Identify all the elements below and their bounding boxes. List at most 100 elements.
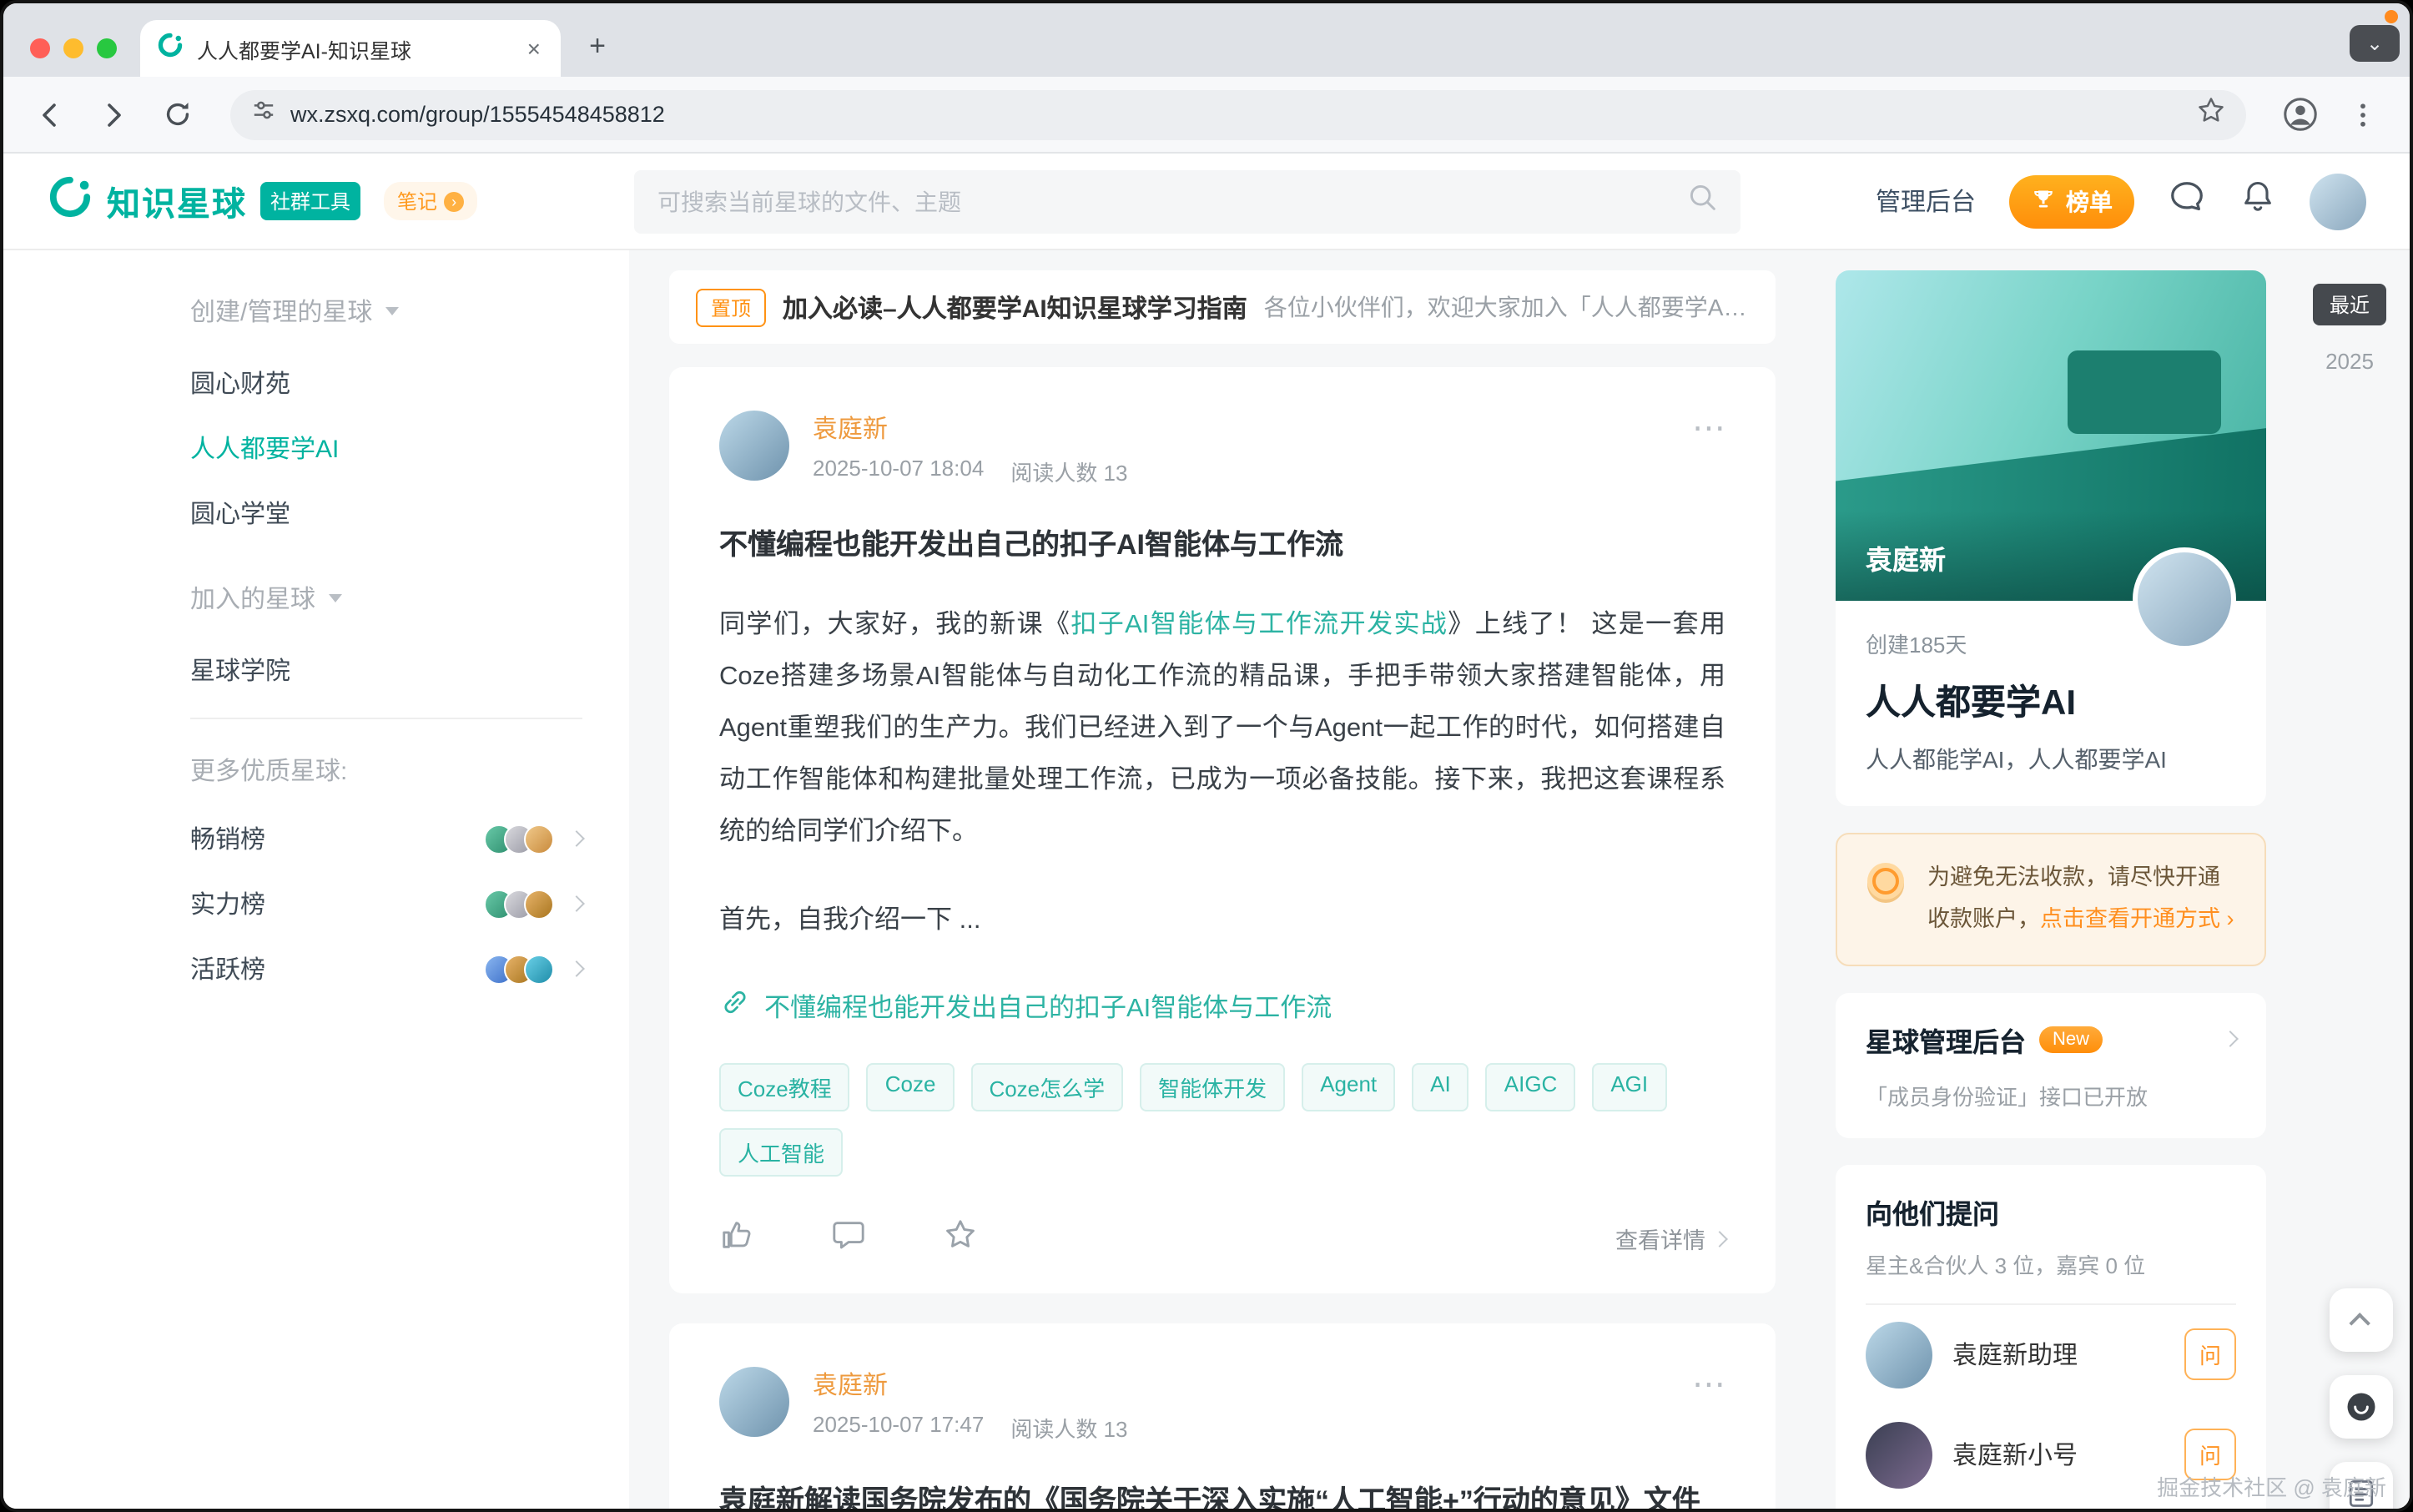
note-badge-icon: › [444, 191, 464, 211]
sidebar-item-planet-academy[interactable]: 星球学院 [190, 653, 582, 688]
post-card: 袁庭新 2025-10-07 18:04 阅读人数 13 ⋯ 不懂编程也能开发出… [669, 367, 1776, 1293]
rank-button[interactable]: 榜单 [2009, 174, 2134, 228]
search-input[interactable] [657, 188, 1687, 214]
timeline-scrubber[interactable]: 最近 2025 [2313, 284, 2386, 374]
pinned-post[interactable]: 置顶 加入必读–人人都要学AI知识星球学习指南 各位小伙伴们，欢迎大家加入「人人… [669, 270, 1776, 344]
tag-chip[interactable]: Coze [867, 1063, 955, 1111]
inline-course-link[interactable]: 扣子AI智能体与工作流开发实战 [1070, 611, 1448, 639]
pinned-title: 加入必读–人人都要学AI知识星球学习指南 [783, 290, 1247, 325]
more-planets-title: 更多优质星球: [190, 753, 582, 788]
section-joined-planets[interactable]: 加入的星球 [190, 581, 582, 616]
section-label: 创建/管理的星球 [190, 294, 372, 329]
post-more-icon[interactable]: ⋯ [1692, 1363, 1729, 1405]
bookmark-star-icon[interactable] [2196, 95, 2226, 134]
timeline-recent-badge[interactable]: 最近 [2313, 284, 2386, 325]
tab-favicon [157, 31, 184, 66]
rank-button-label: 榜单 [2066, 184, 2113, 218]
chevron-right-icon [568, 960, 585, 977]
section-label: 加入的星球 [190, 581, 315, 616]
scroll-top-button[interactable] [2330, 1288, 2393, 1352]
sidebar-item-renren-ai[interactable]: 人人都要学AI [190, 431, 582, 466]
view-detail-link[interactable]: 查看详情 [1615, 1222, 1725, 1255]
post-time: 2025-10-07 18:04 [813, 456, 984, 487]
sidebar-item-yuanxin-caiyuan[interactable]: 圆心财苑 [190, 365, 582, 401]
tag-chip[interactable]: Coze教程 [719, 1063, 850, 1111]
assistant-widget-button[interactable] [2330, 1375, 2393, 1439]
site-settings-icon[interactable] [250, 97, 277, 132]
post-author-avatar[interactable] [719, 1367, 789, 1437]
section-created-planets[interactable]: 创建/管理的星球 [190, 294, 582, 329]
rank-label: 实力榜 [190, 886, 484, 921]
ask-question-button[interactable]: 问 [2184, 1329, 2236, 1381]
tag-chip[interactable]: AI [1412, 1063, 1469, 1111]
admin-console-card[interactable]: 星球管理后台 New 「成员身份验证」接口已开放 [1836, 993, 2266, 1138]
new-tab-button[interactable]: + [574, 23, 621, 70]
forward-button[interactable] [87, 88, 140, 141]
post-title[interactable]: 袁庭新解读国务院发布的《国务院关于深入实施“人工智能+”行动的意见》文件 [719, 1477, 1725, 1509]
group-card[interactable]: 袁庭新 创建185天 人人都要学AI 人人都能学AI，人人都要学AI [1836, 270, 2266, 806]
user-avatar[interactable] [2310, 173, 2366, 229]
favorite-star-icon[interactable] [943, 1217, 978, 1260]
open-payment-link[interactable]: 点击查看开通方式 › [2040, 906, 2234, 931]
tab-search-button[interactable]: ⌄ [2350, 25, 2400, 62]
chat-icon[interactable] [2168, 178, 2206, 224]
brand[interactable]: 知识星球 社群工具 笔记 › [47, 174, 634, 229]
minimize-window-button[interactable] [63, 38, 83, 58]
tag-chip[interactable]: Agent [1302, 1063, 1395, 1111]
tag-chip[interactable]: AGI [1592, 1063, 1666, 1111]
tab-close-icon[interactable]: × [524, 33, 544, 63]
tag-chip[interactable]: Coze怎么学 [970, 1063, 1123, 1111]
bell-icon[interactable] [2239, 179, 2276, 224]
chevron-right-icon [2222, 1031, 2239, 1048]
browser-toolbar: wx.zsxq.com/group/15554548458812 [3, 77, 2410, 154]
search-icon[interactable] [1687, 182, 1717, 220]
rank-label: 畅销榜 [190, 821, 484, 856]
rank-avatars [484, 954, 554, 984]
reload-button[interactable] [150, 88, 204, 141]
back-button[interactable] [23, 88, 77, 141]
post-more-icon[interactable]: ⋯ [1692, 407, 1729, 449]
tag-chip[interactable]: 智能体开发 [1140, 1063, 1285, 1111]
search-box[interactable] [634, 169, 1740, 233]
post-title[interactable]: 不懂编程也能开发出自己的扣子AI智能体与工作流 [719, 521, 1725, 562]
admin-console-link[interactable]: 管理后台 [1876, 184, 1976, 219]
left-sidebar: 创建/管理的星球 圆心财苑 人人都要学AI 圆心学堂 加入的星球 星球学院 更多… [3, 250, 629, 1509]
sidebar-item-yuanxin-xuetang[interactable]: 圆心学堂 [190, 496, 582, 531]
browser-tab[interactable]: 人人都要学AI-知识星球 × [140, 20, 561, 77]
close-window-button[interactable] [30, 38, 50, 58]
like-icon[interactable] [719, 1217, 754, 1260]
post-time: 2025-10-07 17:47 [813, 1412, 984, 1444]
note-badge[interactable]: 笔记 › [384, 182, 477, 220]
post-author-name[interactable]: 袁庭新 [813, 1367, 1127, 1402]
tag-chip[interactable]: AIGC [1486, 1063, 1576, 1111]
post-attached-link[interactable]: 不懂编程也能开发出自己的扣子AI智能体与工作流 [719, 986, 1725, 1026]
rank-row-active[interactable]: 活跃榜 [190, 951, 582, 986]
url-text: wx.zsxq.com/group/15554548458812 [290, 102, 2183, 127]
list-item[interactable]: 袁庭新助理 问 [1866, 1305, 2236, 1405]
rank-row-bestseller[interactable]: 畅销榜 [190, 821, 582, 856]
browser-menu-button[interactable] [2336, 88, 2390, 141]
community-tool-badge: 社群工具 [260, 182, 360, 220]
profile-button[interactable] [2273, 88, 2326, 141]
rank-row-strength[interactable]: 实力榜 [190, 886, 582, 921]
group-owner-name: 袁庭新 [1866, 537, 1946, 577]
list-item[interactable] [1866, 1505, 2236, 1509]
post-author-avatar[interactable] [719, 411, 789, 481]
maximize-window-button[interactable] [97, 38, 117, 58]
rank-avatars [484, 824, 554, 854]
chevron-right-icon [568, 830, 585, 847]
new-badge: New [2039, 1026, 2103, 1053]
comment-icon[interactable] [831, 1217, 866, 1260]
assistant-logo-icon [2343, 1389, 2380, 1425]
post-read-count: 阅读人数 13 [1010, 456, 1127, 487]
url-bar[interactable]: wx.zsxq.com/group/15554548458812 [230, 89, 2246, 139]
timeline-year-label[interactable]: 2025 [2313, 349, 2386, 374]
pinned-badge: 置顶 [696, 288, 766, 326]
chevron-up-icon [2348, 1312, 2369, 1333]
right-rail: 袁庭新 创建185天 人人都要学AI 人人都能学AI，人人都要学AI 为避免无法… [1826, 250, 2410, 1509]
group-owner-avatar[interactable] [2133, 547, 2236, 651]
post-paragraph: 同学们，大家好，我的新课《扣子AI智能体与工作流开发实战》上线了！ 这是一套用C… [719, 599, 1725, 858]
tag-chip[interactable]: 人工智能 [719, 1128, 843, 1177]
post-author-name[interactable]: 袁庭新 [813, 411, 1127, 446]
browser-window: 人人都要学AI-知识星球 × + ⌄ wx.zsxq.com/group/155… [0, 0, 2413, 1512]
